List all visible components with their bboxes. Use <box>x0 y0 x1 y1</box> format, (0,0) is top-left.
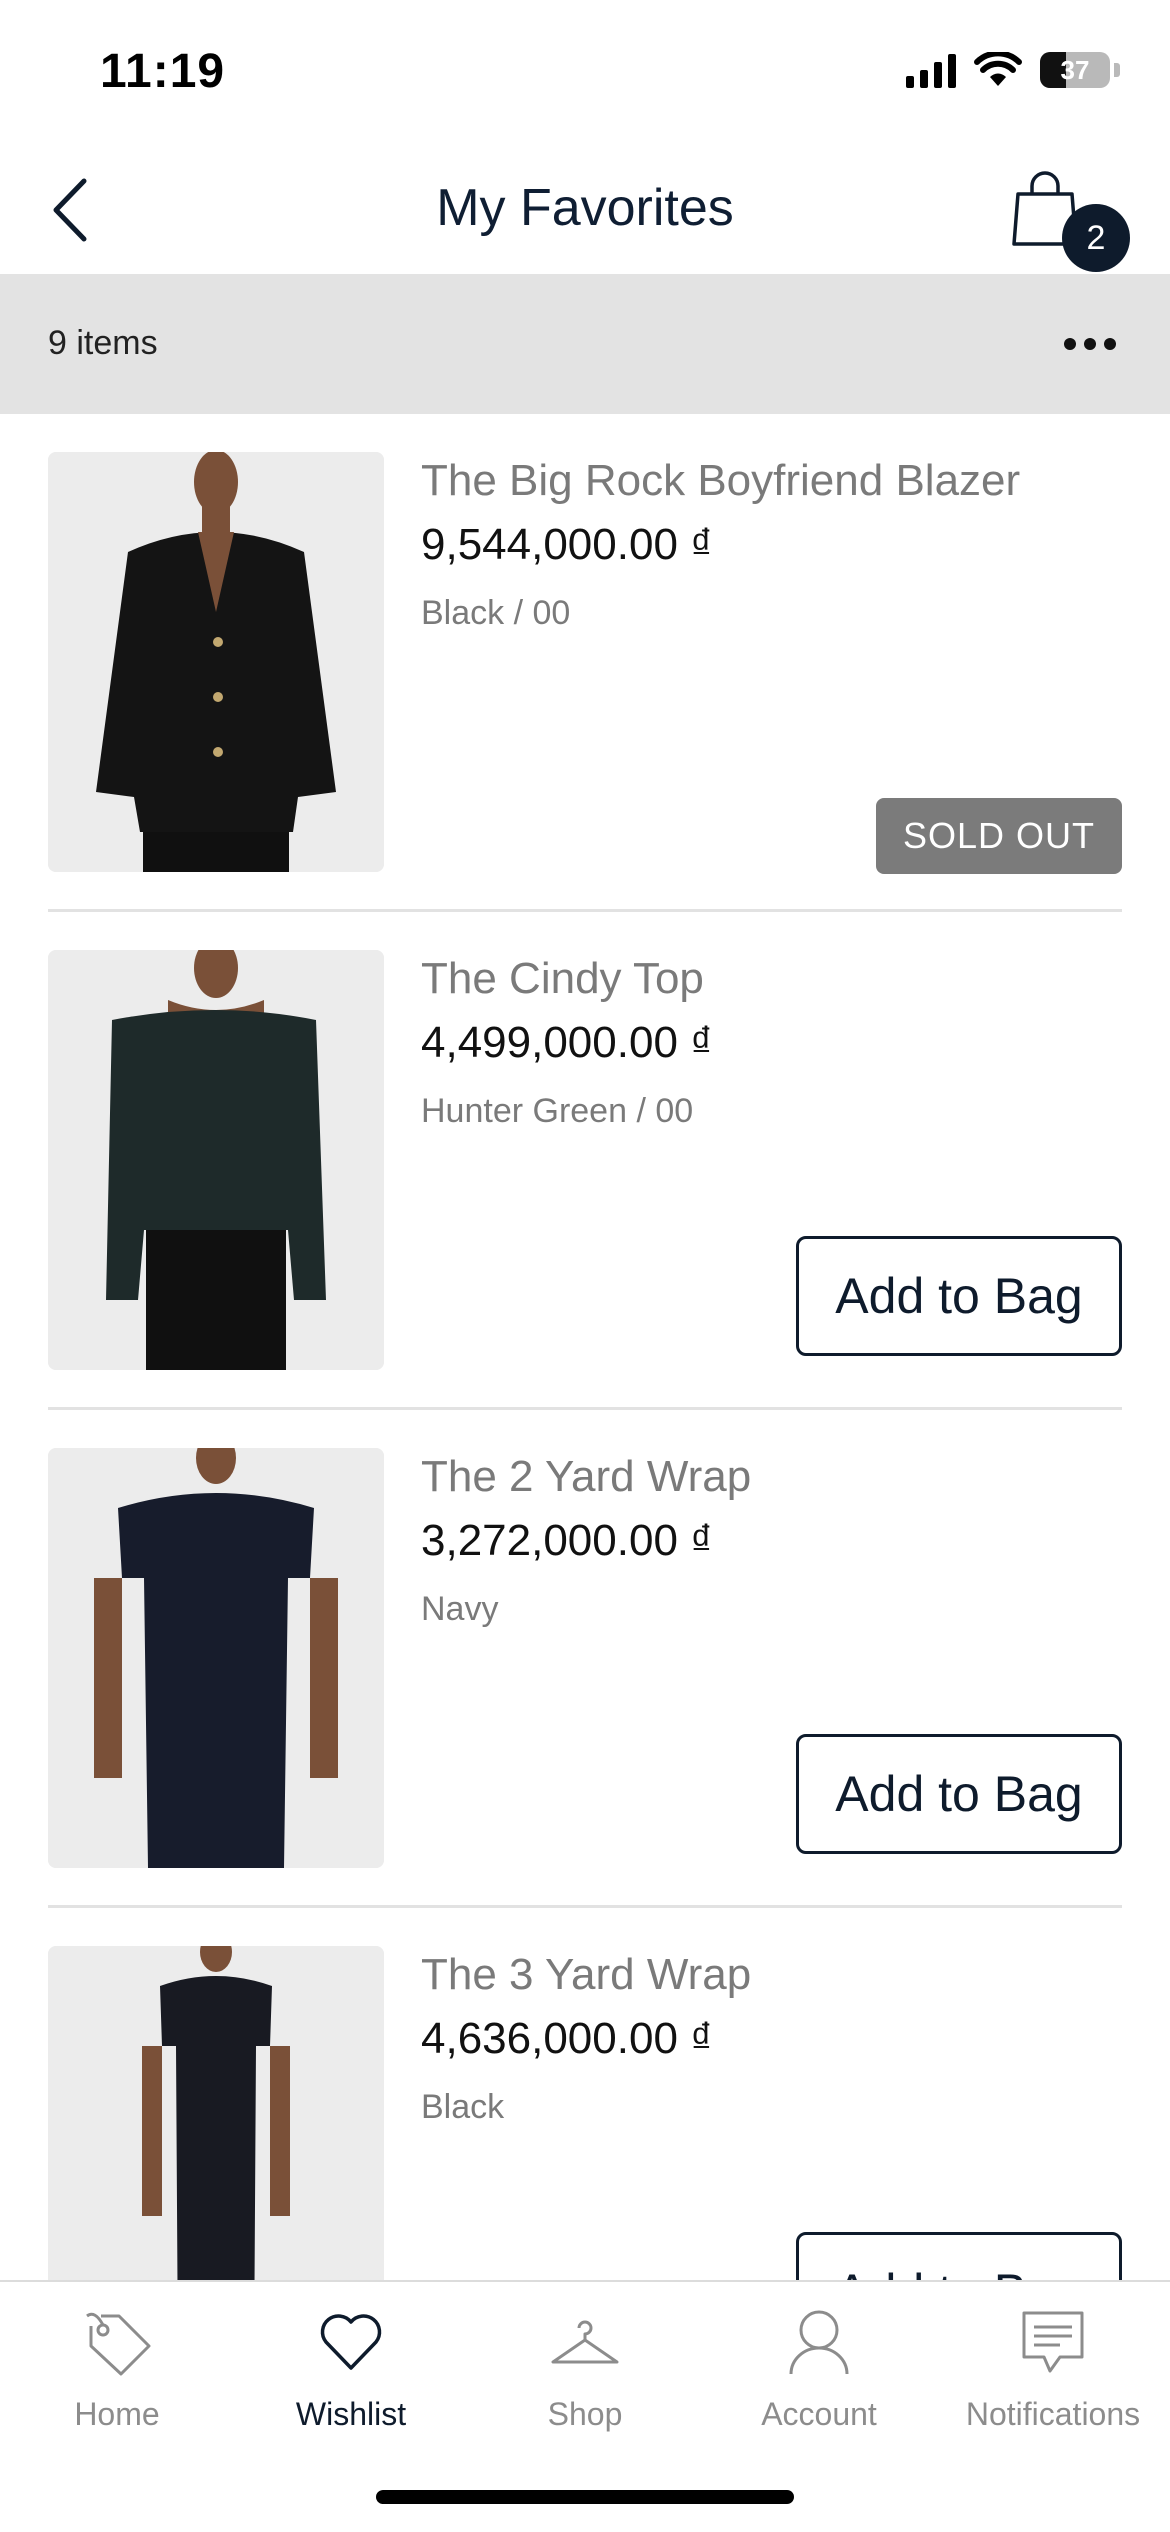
heart-icon <box>311 2302 391 2382</box>
list-item[interactable]: The Big Rock Boyfriend Blazer 9,544,000.… <box>48 414 1122 912</box>
product-image[interactable] <box>48 950 384 1370</box>
tab-shop[interactable]: Shop <box>468 2302 702 2462</box>
more-options-button[interactable] <box>1050 319 1130 369</box>
product-name[interactable]: The 3 Yard Wrap <box>421 1950 751 2000</box>
sold-out-badge: SOLD OUT <box>876 798 1122 874</box>
battery-icon: 37 <box>1040 52 1110 88</box>
product-variant: Hunter Green / 00 <box>421 1092 694 1130</box>
product-variant: Black / 00 <box>421 594 571 632</box>
wifi-icon <box>974 52 1022 86</box>
tab-label: Home <box>74 2396 160 2432</box>
product-price: 9,544,000.00 ₫ <box>421 520 713 569</box>
status-bar: 11:19 37 <box>0 0 1170 140</box>
battery-level: 37 <box>1060 54 1090 85</box>
shopping-bag-button[interactable]: 2 <box>1010 170 1130 280</box>
product-image[interactable] <box>48 452 384 872</box>
product-name[interactable]: The 2 Yard Wrap <box>421 1452 751 1502</box>
list-item[interactable]: The 3 Yard Wrap 4,636,000.00 ₫ Black Add… <box>48 1908 1122 2280</box>
add-to-bag-button[interactable]: Add to Bag <box>796 1734 1122 1854</box>
product-image[interactable] <box>48 1946 384 2280</box>
tab-home[interactable]: Home <box>0 2302 234 2462</box>
home-indicator[interactable] <box>376 2490 794 2504</box>
page-title: My Favorites <box>436 179 734 237</box>
tag-icon <box>77 2302 157 2382</box>
product-thumbnail <box>48 1946 384 2280</box>
hanger-icon <box>545 2302 625 2382</box>
battery-tip <box>1114 63 1120 77</box>
tab-label: Wishlist <box>295 2396 407 2432</box>
favorites-list[interactable]: The Big Rock Boyfriend Blazer 9,544,000.… <box>0 414 1170 2280</box>
message-icon <box>1013 2302 1093 2382</box>
status-time: 11:19 <box>100 45 226 98</box>
list-item[interactable]: The Cindy Top 4,499,000.00 ₫ Hunter Gree… <box>48 912 1122 1410</box>
tab-label: Notifications <box>965 2396 1141 2432</box>
product-price: 4,636,000.00 ₫ <box>421 2014 713 2063</box>
add-to-bag-button[interactable]: Add to Bag <box>796 2232 1122 2280</box>
list-item[interactable]: The 2 Yard Wrap 3,272,000.00 ₫ Navy Add … <box>48 1410 1122 1908</box>
person-icon <box>779 2302 859 2382</box>
product-name[interactable]: The Big Rock Boyfriend Blazer <box>421 456 1020 506</box>
bag-count-badge: 2 <box>1062 204 1130 272</box>
more-dots-icon <box>1064 338 1076 350</box>
tab-account[interactable]: Account <box>702 2302 936 2462</box>
product-thumbnail <box>48 452 384 872</box>
nav-bar: My Favorites 2 <box>0 140 1170 274</box>
tab-label: Account <box>761 2396 877 2432</box>
product-name[interactable]: The Cindy Top <box>421 954 704 1004</box>
items-toolbar: 9 items <box>0 274 1170 414</box>
product-price: 3,272,000.00 ₫ <box>421 1516 713 1565</box>
product-price: 4,499,000.00 ₫ <box>421 1018 713 1067</box>
add-to-bag-button[interactable]: Add to Bag <box>796 1236 1122 1356</box>
tab-notifications[interactable]: Notifications <box>936 2302 1170 2462</box>
cellular-signal-icon <box>906 52 956 88</box>
product-variant: Navy <box>421 1590 499 1628</box>
tab-label: Shop <box>547 2396 623 2432</box>
product-image[interactable] <box>48 1448 384 1868</box>
status-icons: 37 <box>906 52 1120 88</box>
tab-wishlist[interactable]: Wishlist <box>234 2302 468 2462</box>
product-thumbnail <box>48 950 384 1370</box>
product-thumbnail <box>48 1448 384 1868</box>
items-count: 9 items <box>48 324 158 362</box>
product-variant: Black <box>421 2088 505 2126</box>
